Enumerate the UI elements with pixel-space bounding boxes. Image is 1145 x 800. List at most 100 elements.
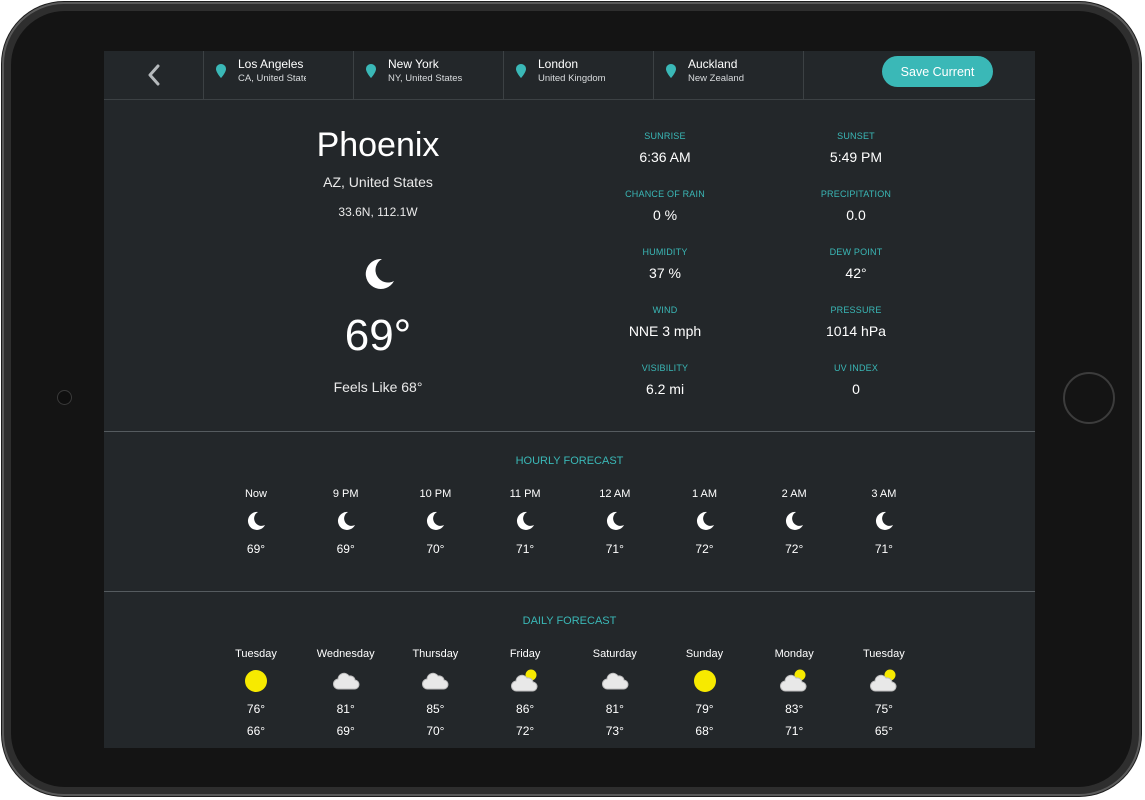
forecast-high: 81°	[336, 702, 355, 716]
map-pin-icon	[216, 64, 226, 78]
daily-forecast-item: Sunday 79° 68°	[660, 648, 750, 738]
forecast-day: Tuesday	[862, 648, 905, 660]
stat-value: 0 %	[652, 207, 678, 223]
location-tab-auckland[interactable]: Auckland New Zealand	[654, 51, 804, 99]
stat-value: 42°	[845, 265, 867, 281]
forecast-temp: 69°	[246, 542, 266, 556]
forecast-time: 3 AM	[871, 488, 897, 500]
cloud-icon	[570, 667, 660, 695]
stat-humidity: HUMIDITY 37 %	[565, 247, 765, 281]
location-region: United Kingdom	[538, 73, 606, 84]
location-tab-los-angeles[interactable]: Los Angeles CA, United States	[204, 51, 354, 99]
city-name: Phoenix	[316, 126, 440, 164]
sun-icon	[660, 667, 750, 695]
location-region: NY, United States	[388, 73, 463, 84]
stat-sunset: SUNSET 5:49 PM	[756, 131, 956, 165]
daily-forecast-item: Monday 83° 71°	[749, 648, 839, 738]
forecast-low: 73°	[605, 724, 624, 738]
stat-label: VISIBILITY	[641, 363, 689, 373]
hourly-forecast-item: 10 PM 70°	[390, 488, 480, 556]
partly-cloudy-icon	[480, 667, 570, 695]
forecast-day: Saturday	[592, 648, 637, 660]
location-city: Los Angeles	[238, 57, 304, 71]
stat-value: NNE 3 mph	[628, 323, 702, 339]
section-divider	[104, 431, 1035, 432]
stat-wind: WIND NNE 3 mph	[565, 305, 765, 339]
stat-label: PRESSURE	[830, 305, 882, 315]
moon-icon	[390, 507, 480, 535]
stat-label: SUNSET	[837, 131, 875, 141]
map-pin-icon	[366, 64, 376, 78]
hourly-forecast-item: 2 AM 72°	[749, 488, 839, 556]
forecast-time: 2 AM	[781, 488, 807, 500]
forecast-time: Now	[244, 488, 267, 500]
chevron-left-icon	[148, 64, 159, 86]
forecast-high: 76°	[246, 702, 266, 716]
partly-cloudy-icon	[749, 667, 839, 695]
location-region: CA, United States	[238, 73, 306, 84]
stat-label: SUNRISE	[644, 131, 686, 141]
daily-forecast-item: Tuesday 76° 66°	[211, 648, 301, 738]
location-city: Auckland	[688, 57, 738, 71]
stat-label: DEW POINT	[829, 247, 883, 257]
forecast-low: 72°	[516, 724, 535, 738]
forecast-temp: 69°	[336, 542, 355, 556]
forecast-day: Sunday	[685, 648, 724, 660]
stat-label: PRECIPITATION	[820, 189, 892, 199]
forecast-temp: 72°	[785, 542, 804, 556]
stat-sunrise: SUNRISE 6:36 AM	[565, 131, 765, 165]
forecast-time: 10 PM	[419, 488, 452, 500]
city-region: AZ, United States	[323, 174, 433, 190]
back-button[interactable]	[104, 51, 204, 99]
forecast-high: 79°	[695, 702, 714, 716]
location-bar: Los Angeles CA, United States New York N…	[104, 51, 1035, 100]
forecast-temp: 71°	[874, 542, 893, 556]
stat-dew-point: DEW POINT 42°	[756, 247, 956, 281]
forecast-low: 66°	[246, 724, 266, 738]
location-city: London	[538, 57, 579, 71]
forecast-high: 85°	[426, 702, 445, 716]
stat-label: UV INDEX	[833, 363, 879, 373]
forecast-time: 11 PM	[509, 488, 541, 500]
daily-forecast-title: DAILY FORECAST	[522, 615, 617, 627]
forecast-time: 12 AM	[599, 488, 631, 500]
stat-value: 37 %	[649, 265, 681, 281]
forecast-temp: 72°	[695, 542, 714, 556]
moon-icon	[749, 507, 839, 535]
forecast-high: 83°	[785, 702, 804, 716]
stat-value: 6.2 mi	[645, 381, 685, 397]
stat-value: 1014 hPa	[826, 323, 886, 339]
forecast-high: 81°	[605, 702, 624, 716]
forecast-day: Monday	[774, 648, 814, 660]
section-divider	[104, 591, 1035, 592]
forecast-low: 68°	[695, 724, 714, 738]
home-button[interactable]	[1063, 372, 1115, 424]
daily-forecast-item: Wednesday 81° 69°	[301, 648, 391, 738]
moon-icon	[365, 258, 394, 289]
moon-icon	[301, 507, 391, 535]
stat-value: 0.0	[846, 207, 866, 223]
stat-visibility: VISIBILITY 6.2 mi	[565, 363, 765, 397]
camera-icon	[57, 390, 72, 405]
forecast-day: Wednesday	[316, 648, 375, 660]
stat-label: CHANCE OF RAIN	[625, 189, 705, 199]
daily-forecast-item: Thursday 85° 70°	[390, 648, 480, 738]
forecast-temp: 71°	[516, 542, 535, 556]
forecast-temp: 71°	[605, 542, 624, 556]
current-temperature: 69°	[344, 311, 412, 360]
stat-value: 5:49 PM	[829, 149, 883, 165]
forecast-temp: 70°	[426, 542, 445, 556]
location-tab-new-york[interactable]: New York NY, United States	[354, 51, 504, 99]
hourly-forecast-title: HOURLY FORECAST	[515, 455, 624, 467]
forecast-high: 75°	[874, 702, 893, 716]
location-tab-london[interactable]: London United Kingdom	[504, 51, 654, 99]
forecast-high: 86°	[516, 702, 535, 716]
stat-label: WIND	[652, 305, 678, 315]
forecast-low: 69°	[336, 724, 355, 738]
daily-forecast-item: Saturday 81° 73°	[570, 648, 660, 738]
hourly-forecast-item: 9 PM 69°	[301, 488, 391, 556]
forecast-low: 71°	[785, 724, 804, 738]
save-current-button[interactable]: Save Current	[882, 56, 993, 87]
feels-like: Feels Like 68°	[333, 379, 423, 395]
cloud-icon	[390, 667, 480, 695]
